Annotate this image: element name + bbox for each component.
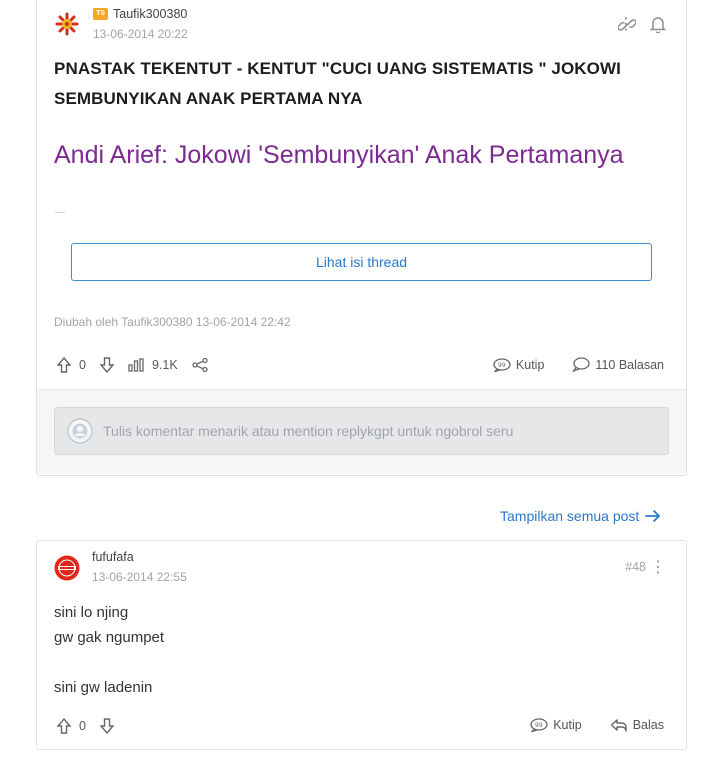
user-avatar-icon: [67, 418, 93, 444]
bell-icon[interactable]: [650, 16, 666, 33]
views-icon: [128, 358, 144, 372]
reply-button[interactable]: Balas: [610, 718, 664, 732]
quote-button[interactable]: 99 Kutip: [493, 357, 545, 372]
body-line: [54, 650, 164, 675]
comment-bubble-icon: [572, 357, 591, 372]
quote-label: Kutip: [553, 718, 582, 732]
more-options-icon[interactable]: ⋮: [650, 560, 666, 576]
svg-text:99: 99: [498, 362, 506, 369]
body-line: sini lo njing: [54, 604, 129, 621]
author-name[interactable]: Taufik300380: [113, 7, 187, 21]
downvote-icon[interactable]: [99, 718, 114, 734]
replies-label: 110 Balasan: [595, 357, 664, 372]
quote-icon: 99: [530, 718, 548, 732]
reply-arrow-icon: [610, 718, 628, 732]
vote-row: 0 9.1K: [57, 357, 208, 373]
author-avatar[interactable]: [54, 555, 80, 581]
view-thread-button[interactable]: Lihat isi thread: [71, 243, 652, 281]
content-separator: [55, 212, 65, 213]
author-line: TS Taufik300380: [93, 7, 187, 21]
post-number[interactable]: #48: [625, 560, 646, 574]
comment-area: Tulis komentar menarik atau mention repl…: [37, 390, 686, 474]
replies-button[interactable]: 110 Balasan: [572, 357, 664, 372]
views-count: 9.1K: [151, 358, 178, 372]
quote-button[interactable]: 99 Kutip: [530, 718, 582, 732]
show-all-label: Tampilkan semua post: [500, 508, 640, 524]
body-line: gw gak ngumpet: [54, 629, 165, 646]
comment-input[interactable]: Tulis komentar menarik atau mention repl…: [54, 407, 669, 455]
avatar-logo-icon: [54, 555, 80, 581]
author-line: fufufafa: [92, 550, 134, 564]
show-all-posts-link[interactable]: Tampilkan semua post: [500, 508, 661, 524]
post-date: 13-06-2014 22:55: [92, 570, 187, 584]
upvote-icon[interactable]: [57, 718, 71, 734]
header-actions: ⋮: [618, 16, 666, 33]
reply-label: Balas: [632, 718, 664, 732]
reply-actions: 99 Kutip Balas: [530, 718, 664, 732]
thread-card: TS Taufik300380 13-06-2014 20:22 ⋮ PNAST…: [36, 0, 687, 476]
quote-icon: 99: [493, 357, 511, 372]
quote-label: Kutip: [515, 357, 545, 372]
ts-badge: TS: [93, 8, 108, 20]
comment-placeholder: Tulis komentar menarik atau mention repl…: [103, 423, 514, 439]
upvote-icon[interactable]: [57, 357, 71, 373]
body-line: sini gw ladenin: [54, 679, 153, 696]
author-avatar[interactable]: [54, 11, 80, 37]
vote-row: 0: [57, 718, 114, 734]
vote-count: 0: [79, 719, 86, 733]
downvote-icon[interactable]: [99, 357, 114, 373]
svg-text:99: 99: [535, 722, 543, 729]
vote-count: 0: [79, 358, 86, 372]
edited-note: Diubah oleh Taufik300380 13-06-2014 22:4…: [54, 315, 291, 329]
more-options-icon[interactable]: ⋮: [618, 16, 634, 33]
reply-card: fufufafa 13-06-2014 22:55 #48 ⋮ sini lo …: [36, 540, 687, 750]
reply-body: sini lo njing gw gak ngumpet sini gw lad…: [54, 600, 164, 700]
arrow-right-icon: [645, 510, 661, 522]
share-icon[interactable]: [192, 358, 208, 372]
post-date: 13-06-2014 20:22: [93, 27, 188, 41]
author-name[interactable]: fufufafa: [92, 550, 134, 564]
thread-title: PNASTAK TEKENTUT - KENTUT "CUCI UANG SIS…: [54, 59, 621, 108]
avatar-emblem-icon: [55, 12, 79, 36]
linked-article-title[interactable]: Andi Arief: Jokowi 'Sembunyikan' Anak Pe…: [54, 141, 624, 170]
reply-actions: 99 Kutip 110 Balasan: [493, 357, 664, 372]
